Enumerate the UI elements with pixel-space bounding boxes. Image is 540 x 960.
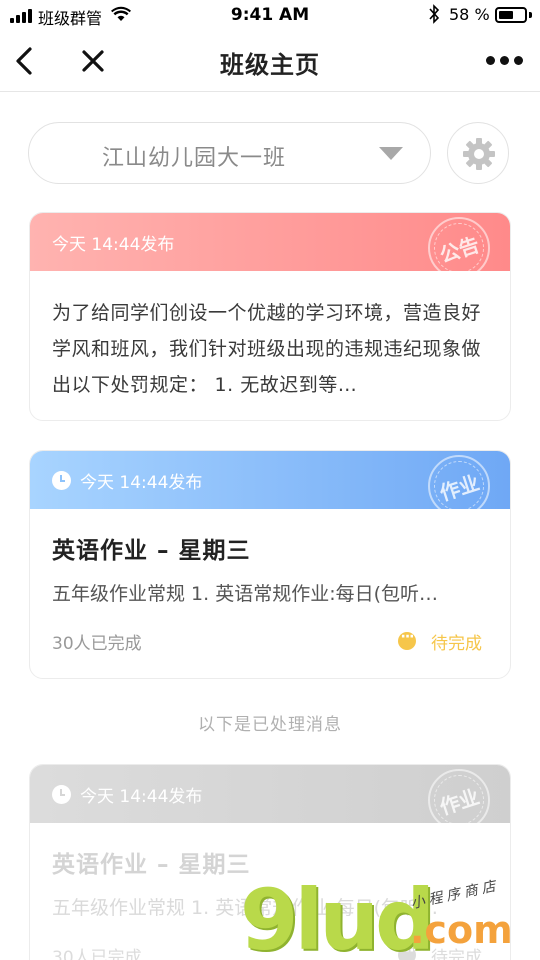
battery-percent: 58 %	[449, 5, 490, 24]
pending-icon	[398, 629, 416, 650]
clock-icon	[52, 785, 71, 804]
homework-title: 英语作业 – 星期三	[52, 538, 251, 564]
battery-icon	[495, 7, 527, 23]
status-badge: 待完成	[431, 634, 482, 654]
gear-icon	[463, 138, 495, 170]
homework-card-header: 今天 14:44发布 作业	[30, 451, 510, 517]
processed-divider: 以下是已处理消息	[198, 715, 342, 735]
chevron-down-icon	[379, 147, 403, 160]
publish-time: 今天 14:44发布	[52, 235, 175, 255]
homework-stamp-icon: 作业	[428, 455, 490, 517]
processed-homework-card[interactable]: 今天 14:44发布 作业 英语作业 – 星期三 五年级作业常规 1. 英语常规…	[29, 764, 511, 960]
publish-time: 今天 14:44发布	[80, 787, 203, 807]
class-dropdown[interactable]: 江山幼儿园大一班	[28, 122, 431, 184]
bluetooth-icon	[429, 4, 440, 24]
more-icon[interactable]	[486, 56, 523, 65]
homework-description: 五年级作业常规 1. 英语常规作业:每日(包听…	[52, 897, 439, 919]
pending-icon	[398, 943, 416, 960]
navigation-bar: 班级主页	[0, 32, 540, 92]
completed-count: 30人已完成	[52, 948, 142, 960]
homework-stamp-icon: 作业	[428, 769, 490, 831]
homework-description: 五年级作业常规 1. 英语常规作业:每日(包听…	[52, 583, 439, 605]
clock-icon	[52, 471, 71, 490]
notice-card[interactable]: 今天 14:44发布 公告 为了给同学们创设一个优越的学习环境，营造良好学风和班…	[29, 212, 511, 421]
page-title: 班级主页	[220, 51, 320, 79]
publish-time: 今天 14:44发布	[80, 473, 203, 493]
announcement-stamp-icon: 公告	[428, 217, 490, 279]
homework-title: 英语作业 – 星期三	[52, 852, 251, 878]
status-bar: 班级群管 9:41 AM 58 %	[0, 0, 540, 32]
completed-count: 30人已完成	[52, 634, 142, 654]
class-dropdown-label: 江山幼儿园大一班	[101, 146, 286, 171]
homework-card[interactable]: 今天 14:44发布 作业 英语作业 – 星期三 五年级作业常规 1. 英语常规…	[29, 450, 511, 679]
notice-card-header: 今天 14:44发布 公告	[30, 213, 510, 279]
status-badge: 待完成	[431, 948, 482, 960]
battery-level-fill	[499, 11, 513, 19]
settings-button[interactable]	[447, 122, 509, 184]
notice-content: 为了给同学们创设一个优越的学习环境，营造良好学风和班风，我们针对班级出现的违规违…	[52, 302, 482, 396]
battery-cap	[529, 12, 532, 18]
processed-card-header: 今天 14:44发布 作业	[30, 765, 510, 831]
